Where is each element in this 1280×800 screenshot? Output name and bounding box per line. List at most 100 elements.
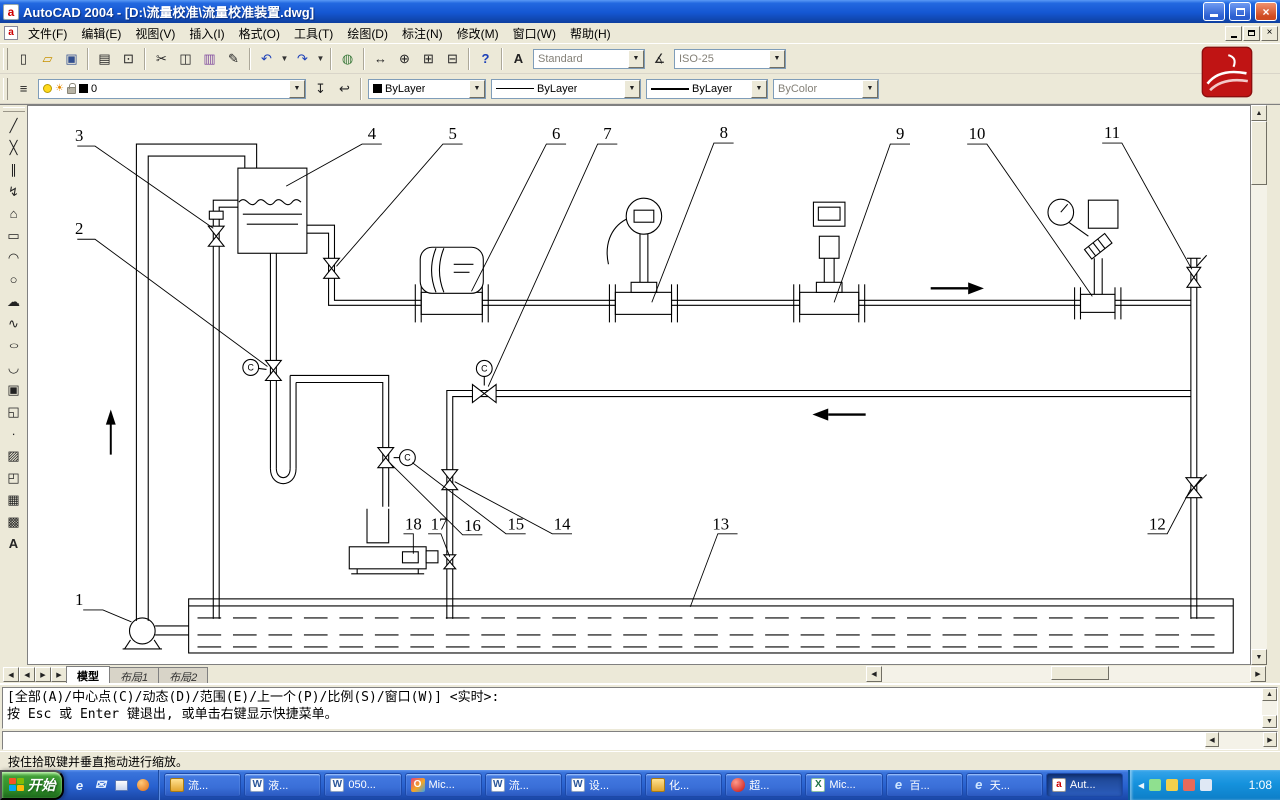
zoom-window-button[interactable]: ⊞: [417, 48, 440, 70]
layer-on-bulb-icon[interactable]: [43, 84, 52, 93]
media-player-icon[interactable]: [134, 777, 151, 794]
dim-style-combo[interactable]: ISO-25 ▼: [674, 49, 786, 69]
outlook-icon[interactable]: ✉: [92, 777, 109, 794]
polyline-tool-button[interactable]: ↯: [2, 181, 25, 202]
task-button[interactable]: 化...: [645, 773, 722, 797]
tray-icon[interactable]: [1166, 779, 1178, 791]
help-button[interactable]: ?: [474, 48, 497, 70]
match-properties-button[interactable]: ✎: [222, 48, 245, 70]
color-combo[interactable]: ByLayer ▼: [368, 79, 486, 99]
chevron-down-icon[interactable]: ▼: [751, 80, 767, 98]
menu-view[interactable]: 视图(V): [128, 22, 182, 45]
menu-help[interactable]: 帮助(H): [563, 22, 618, 45]
chevron-down-icon[interactable]: ▼: [862, 80, 878, 98]
plot-preview-button[interactable]: ⊡: [117, 48, 140, 70]
construction-line-tool-button[interactable]: ╳: [2, 137, 25, 158]
undo-dropdown-button[interactable]: ▼: [279, 48, 290, 70]
chevron-down-icon[interactable]: ▼: [769, 50, 785, 68]
layer-lock-icon[interactable]: [67, 87, 76, 94]
scroll-right-button[interactable]: ▶: [1263, 732, 1277, 747]
command-input-scrollbar-track[interactable]: [1219, 732, 1263, 749]
zoom-realtime-button[interactable]: ⊕: [393, 48, 416, 70]
chevron-down-icon[interactable]: ▼: [624, 80, 640, 98]
text-style-combo[interactable]: Standard ▼: [533, 49, 645, 69]
task-button[interactable]: 超...: [725, 773, 802, 797]
previous-tab-button[interactable]: ◀: [19, 667, 35, 682]
tab-model[interactable]: 模型: [66, 666, 110, 683]
paste-button[interactable]: ▥: [198, 48, 221, 70]
make-block-tool-button[interactable]: ◱: [2, 401, 25, 422]
tray-icon[interactable]: [1200, 779, 1212, 791]
insert-hyperlink-button[interactable]: ◍: [336, 48, 359, 70]
toolbar-grip[interactable]: [3, 78, 8, 100]
drawing-canvas[interactable]: 1 2 3 4 5 6 7 8 9 10 11 12 13 14: [27, 105, 1251, 665]
cut-button[interactable]: ✂: [150, 48, 173, 70]
layer-thaw-sun-icon[interactable]: ☀: [55, 84, 64, 94]
multiline-tool-button[interactable]: ∥: [2, 159, 25, 180]
copy-button[interactable]: ◫: [174, 48, 197, 70]
tray-icon[interactable]: [1149, 779, 1161, 791]
layer-previous-button[interactable]: ↩: [333, 78, 356, 100]
task-button[interactable]: W流...: [485, 773, 562, 797]
vertical-scrollbar-thumb[interactable]: [1251, 121, 1267, 185]
polygon-tool-button[interactable]: ⌂: [2, 203, 25, 224]
make-object-layer-current-button[interactable]: ↧: [309, 78, 332, 100]
drawing-file-icon[interactable]: a: [4, 26, 18, 40]
restore-button[interactable]: [1229, 2, 1251, 21]
chevron-down-icon[interactable]: ▼: [289, 80, 305, 98]
scroll-down-button[interactable]: ▼: [1262, 715, 1277, 728]
task-button[interactable]: 流...: [164, 773, 241, 797]
revision-cloud-tool-button[interactable]: ☁: [2, 291, 25, 312]
chevron-down-icon[interactable]: ▼: [628, 50, 644, 68]
ellipse-tool-button[interactable]: ○: [2, 335, 25, 356]
text-style-button[interactable]: A: [507, 48, 530, 70]
circle-tool-button[interactable]: ○: [2, 269, 25, 290]
tray-collapse-chevron-icon[interactable]: ◀: [1138, 781, 1144, 790]
menu-file[interactable]: 文件(F): [21, 22, 74, 45]
task-button-active[interactable]: aAut...: [1046, 773, 1123, 797]
task-button[interactable]: e天...: [966, 773, 1043, 797]
tab-layout2[interactable]: 布局2: [158, 667, 208, 683]
task-button[interactable]: XMic...: [805, 773, 882, 797]
horizontal-scrollbar-thumb[interactable]: [1051, 666, 1109, 680]
start-button[interactable]: 开始: [0, 770, 64, 800]
rectangle-tool-button[interactable]: ▭: [2, 225, 25, 246]
scroll-right-button[interactable]: ▶: [1250, 666, 1266, 682]
spline-tool-button[interactable]: ∿: [2, 313, 25, 334]
redo-dropdown-button[interactable]: ▼: [315, 48, 326, 70]
mdi-restore-button[interactable]: [1243, 26, 1260, 41]
menu-modify[interactable]: 修改(M): [450, 22, 506, 45]
layer-combo[interactable]: ☀ 0 ▼: [38, 79, 306, 99]
layer-color-swatch[interactable]: [79, 84, 88, 93]
menu-format[interactable]: 格式(O): [232, 22, 287, 45]
table-tool-button[interactable]: ▦: [2, 489, 25, 510]
menu-tools[interactable]: 工具(T): [287, 22, 340, 45]
plotstyle-combo[interactable]: ByColor ▼: [773, 79, 879, 99]
next-tab-button[interactable]: ▶: [35, 667, 51, 682]
menu-dimension[interactable]: 标注(N): [395, 22, 450, 45]
menu-insert[interactable]: 插入(I): [182, 22, 231, 45]
point-tool-button[interactable]: ∙: [2, 423, 25, 444]
linetype-combo[interactable]: ByLayer ▼: [491, 79, 641, 99]
task-button[interactable]: OMic...: [405, 773, 482, 797]
gradient-tool-button[interactable]: ▩: [2, 511, 25, 532]
task-button[interactable]: W液...: [244, 773, 321, 797]
vertical-scrollbar-track[interactable]: [1251, 185, 1267, 649]
horizontal-scrollbar-track[interactable]: [882, 666, 1250, 682]
menu-draw[interactable]: 绘图(D): [340, 22, 395, 45]
region-tool-button[interactable]: ◰: [2, 467, 25, 488]
chevron-down-icon[interactable]: ▼: [469, 80, 485, 98]
toolbar-grip[interactable]: [3, 107, 25, 112]
undo-button[interactable]: ↶: [255, 48, 278, 70]
mdi-close-button[interactable]: ×: [1261, 26, 1278, 41]
task-button[interactable]: W设...: [565, 773, 642, 797]
layer-manager-button[interactable]: ≡: [12, 78, 35, 100]
zoom-previous-button[interactable]: ⊟: [441, 48, 464, 70]
task-button[interactable]: W050...: [324, 773, 401, 797]
insert-block-tool-button[interactable]: ▣: [2, 379, 25, 400]
mdi-minimize-button[interactable]: [1225, 26, 1242, 41]
pan-button[interactable]: ↔: [369, 48, 392, 70]
toolbar-grip[interactable]: [3, 48, 8, 70]
show-desktop-icon[interactable]: [113, 777, 130, 794]
line-tool-button[interactable]: ╱: [2, 115, 25, 136]
